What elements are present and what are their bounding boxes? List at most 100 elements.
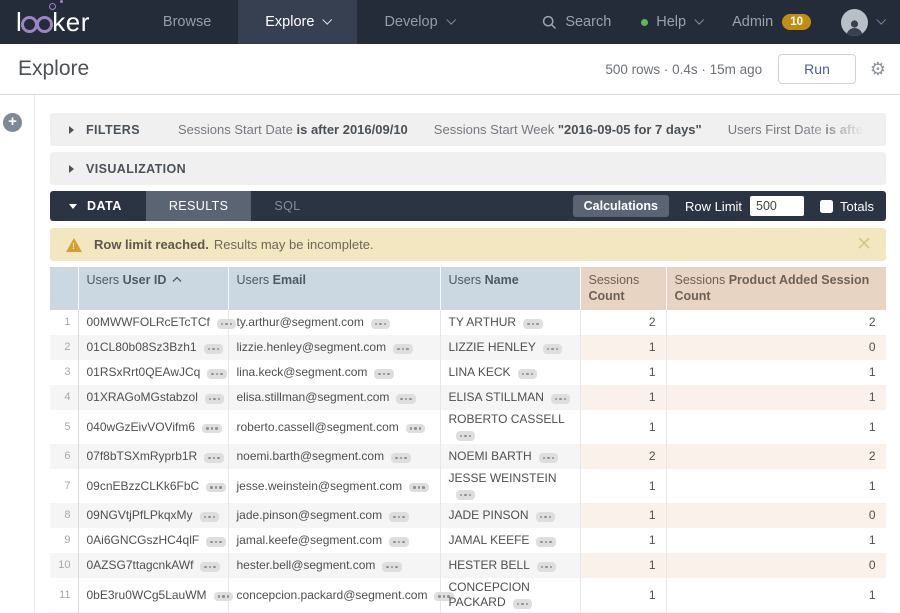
cell-user_id[interactable]: 0bE3ru0WCg5LauWM bbox=[78, 578, 228, 612]
tab-results[interactable]: RESULTS bbox=[146, 191, 252, 221]
cell-menu-icon[interactable] bbox=[409, 483, 429, 493]
cell-product-added-session-count[interactable]: 1 bbox=[666, 410, 886, 444]
cell-name[interactable]: CONCEPCION PACKARD bbox=[440, 578, 580, 612]
cell-count[interactable]: 1 bbox=[580, 360, 666, 385]
cell-count[interactable]: 1 bbox=[580, 335, 666, 360]
cell-name[interactable]: LINA KECK bbox=[440, 360, 580, 385]
cell-menu-icon[interactable] bbox=[374, 369, 394, 379]
admin-menu[interactable]: Admin 10 bbox=[732, 14, 811, 30]
cell-email[interactable]: hester.bell@segment.com bbox=[228, 553, 440, 578]
cell-menu-icon[interactable] bbox=[389, 537, 409, 547]
cell-count[interactable]: 1 bbox=[580, 578, 666, 612]
cell-menu-icon[interactable] bbox=[200, 562, 220, 572]
cell-menu-icon[interactable] bbox=[217, 319, 237, 329]
nav-browse[interactable]: Browse bbox=[136, 0, 238, 44]
help-menu[interactable]: Help bbox=[641, 14, 702, 30]
cell-menu-icon[interactable] bbox=[537, 562, 557, 572]
cell-menu-icon[interactable] bbox=[539, 453, 559, 463]
cell-menu-icon[interactable] bbox=[523, 319, 543, 329]
cell-email[interactable]: elisa.stillman@segment.com bbox=[228, 385, 440, 410]
column-header-email[interactable]: Users Email bbox=[228, 267, 440, 310]
filter-item[interactable]: Users First Date is after 2016/09/10 bbox=[728, 122, 886, 137]
cell-email[interactable]: lizzie.henley@segment.com bbox=[228, 335, 440, 360]
cell-menu-icon[interactable] bbox=[536, 512, 556, 522]
cell-menu-icon[interactable] bbox=[202, 424, 222, 434]
visualization-bar[interactable]: VISUALIZATION bbox=[50, 152, 886, 185]
cell-product-added-session-count[interactable]: 1 bbox=[666, 469, 886, 503]
run-button[interactable]: Run bbox=[778, 54, 856, 84]
nav-develop[interactable]: Develop bbox=[357, 0, 480, 44]
cell-email[interactable]: ty.arthur@segment.com bbox=[228, 310, 440, 335]
cell-name[interactable]: JAMAL KEEFE bbox=[440, 528, 580, 553]
column-header-product-added-session-count[interactable]: Sessions Product Added Session Count bbox=[666, 267, 886, 310]
cell-user_id[interactable]: 040wGzEivVOVifm6 bbox=[78, 410, 228, 444]
cell-product-added-session-count[interactable]: 1 bbox=[666, 528, 886, 553]
cell-menu-icon[interactable] bbox=[206, 537, 226, 547]
calculations-button[interactable]: Calculations bbox=[573, 195, 669, 217]
user-avatar[interactable] bbox=[841, 9, 868, 36]
gear-icon[interactable]: ⚙ bbox=[870, 59, 886, 80]
cell-count[interactable]: 2 bbox=[580, 310, 666, 335]
add-panel-button[interactable]: + bbox=[3, 113, 22, 132]
cell-name[interactable]: JADE PINSON bbox=[440, 503, 580, 528]
cell-product-added-session-count[interactable]: 2 bbox=[666, 310, 886, 335]
cell-user_id[interactable]: 01CL80b08Sz3Bzh1 bbox=[78, 335, 228, 360]
column-header-count[interactable]: Sessions Count bbox=[580, 267, 666, 310]
row-limit-input[interactable] bbox=[750, 196, 804, 216]
cell-user_id[interactable]: 01XRAGoMGstabzol bbox=[78, 385, 228, 410]
cell-menu-icon[interactable] bbox=[207, 369, 227, 379]
cell-product-added-session-count[interactable]: 1 bbox=[666, 578, 886, 612]
column-header-name[interactable]: Users Name bbox=[440, 267, 580, 310]
cell-menu-icon[interactable] bbox=[200, 512, 220, 522]
cell-name[interactable]: ROBERTO CASSELL bbox=[440, 410, 580, 444]
cell-menu-icon[interactable] bbox=[456, 490, 476, 500]
cell-product-added-session-count[interactable]: 0 bbox=[666, 335, 886, 360]
cell-name[interactable]: TY ARTHUR bbox=[440, 310, 580, 335]
cell-menu-icon[interactable] bbox=[371, 319, 391, 329]
cell-email[interactable]: roberto.cassell@segment.com bbox=[228, 410, 440, 444]
cell-menu-icon[interactable] bbox=[393, 344, 413, 354]
tab-sql[interactable]: SQL bbox=[251, 191, 323, 221]
cell-count[interactable]: 1 bbox=[580, 553, 666, 578]
cell-menu-icon[interactable] bbox=[204, 344, 224, 354]
totals-checkbox[interactable] bbox=[820, 200, 833, 213]
cell-count[interactable]: 1 bbox=[580, 469, 666, 503]
cell-menu-icon[interactable] bbox=[513, 599, 533, 609]
close-icon[interactable]: ✕ bbox=[856, 235, 872, 254]
cell-user_id[interactable]: 07f8bTSXmRyprb1R bbox=[78, 444, 228, 469]
cell-menu-icon[interactable] bbox=[456, 431, 476, 441]
cell-product-added-session-count[interactable]: 1 bbox=[666, 360, 886, 385]
cell-menu-icon[interactable] bbox=[205, 394, 225, 404]
cell-menu-icon[interactable] bbox=[406, 424, 426, 434]
cell-user_id[interactable]: 0Ai6GNCGszHC4qlF bbox=[78, 528, 228, 553]
cell-menu-icon[interactable] bbox=[518, 369, 538, 379]
cell-user_id[interactable]: 0AZSG7ttagcnkAWf bbox=[78, 553, 228, 578]
cell-product-added-session-count[interactable]: 0 bbox=[666, 553, 886, 578]
cell-count[interactable]: 1 bbox=[580, 385, 666, 410]
filters-bar[interactable]: FILTERS Sessions Start Date is after 201… bbox=[50, 113, 886, 146]
cell-count[interactable]: 1 bbox=[580, 528, 666, 553]
filter-item[interactable]: Sessions Start Week "2016-09-05 for 7 da… bbox=[434, 122, 702, 137]
cell-name[interactable]: JESSE WEINSTEIN bbox=[440, 469, 580, 503]
cell-name[interactable]: LIZZIE HENLEY bbox=[440, 335, 580, 360]
filter-item[interactable]: Sessions Start Date is after 2016/09/10 bbox=[178, 122, 408, 137]
cell-menu-icon[interactable] bbox=[389, 512, 409, 522]
looker-logo[interactable]: lker bbox=[16, 7, 90, 38]
cell-email[interactable]: jamal.keefe@segment.com bbox=[228, 528, 440, 553]
cell-user_id[interactable]: 00MWWFOLRcETcTCf bbox=[78, 310, 228, 335]
cell-menu-icon[interactable] bbox=[214, 592, 234, 602]
cell-product-added-session-count[interactable]: 2 bbox=[666, 444, 886, 469]
cell-count[interactable]: 1 bbox=[580, 503, 666, 528]
cell-user_id[interactable]: 09NGVtjPfLPkqxMy bbox=[78, 503, 228, 528]
cell-menu-icon[interactable] bbox=[391, 453, 411, 463]
cell-user_id[interactable]: 09cnEBzzCLKk6FbC bbox=[78, 469, 228, 503]
cell-email[interactable]: lina.keck@segment.com bbox=[228, 360, 440, 385]
cell-name[interactable]: HESTER BELL bbox=[440, 553, 580, 578]
cell-product-added-session-count[interactable]: 0 bbox=[666, 503, 886, 528]
cell-menu-icon[interactable] bbox=[536, 537, 556, 547]
cell-menu-icon[interactable] bbox=[543, 344, 563, 354]
cell-email[interactable]: jesse.weinstein@segment.com bbox=[228, 469, 440, 503]
cell-user_id[interactable]: 01RSxRrt0QEAwJCq bbox=[78, 360, 228, 385]
cell-name[interactable]: ELISA STILLMAN bbox=[440, 385, 580, 410]
cell-menu-icon[interactable] bbox=[382, 562, 402, 572]
